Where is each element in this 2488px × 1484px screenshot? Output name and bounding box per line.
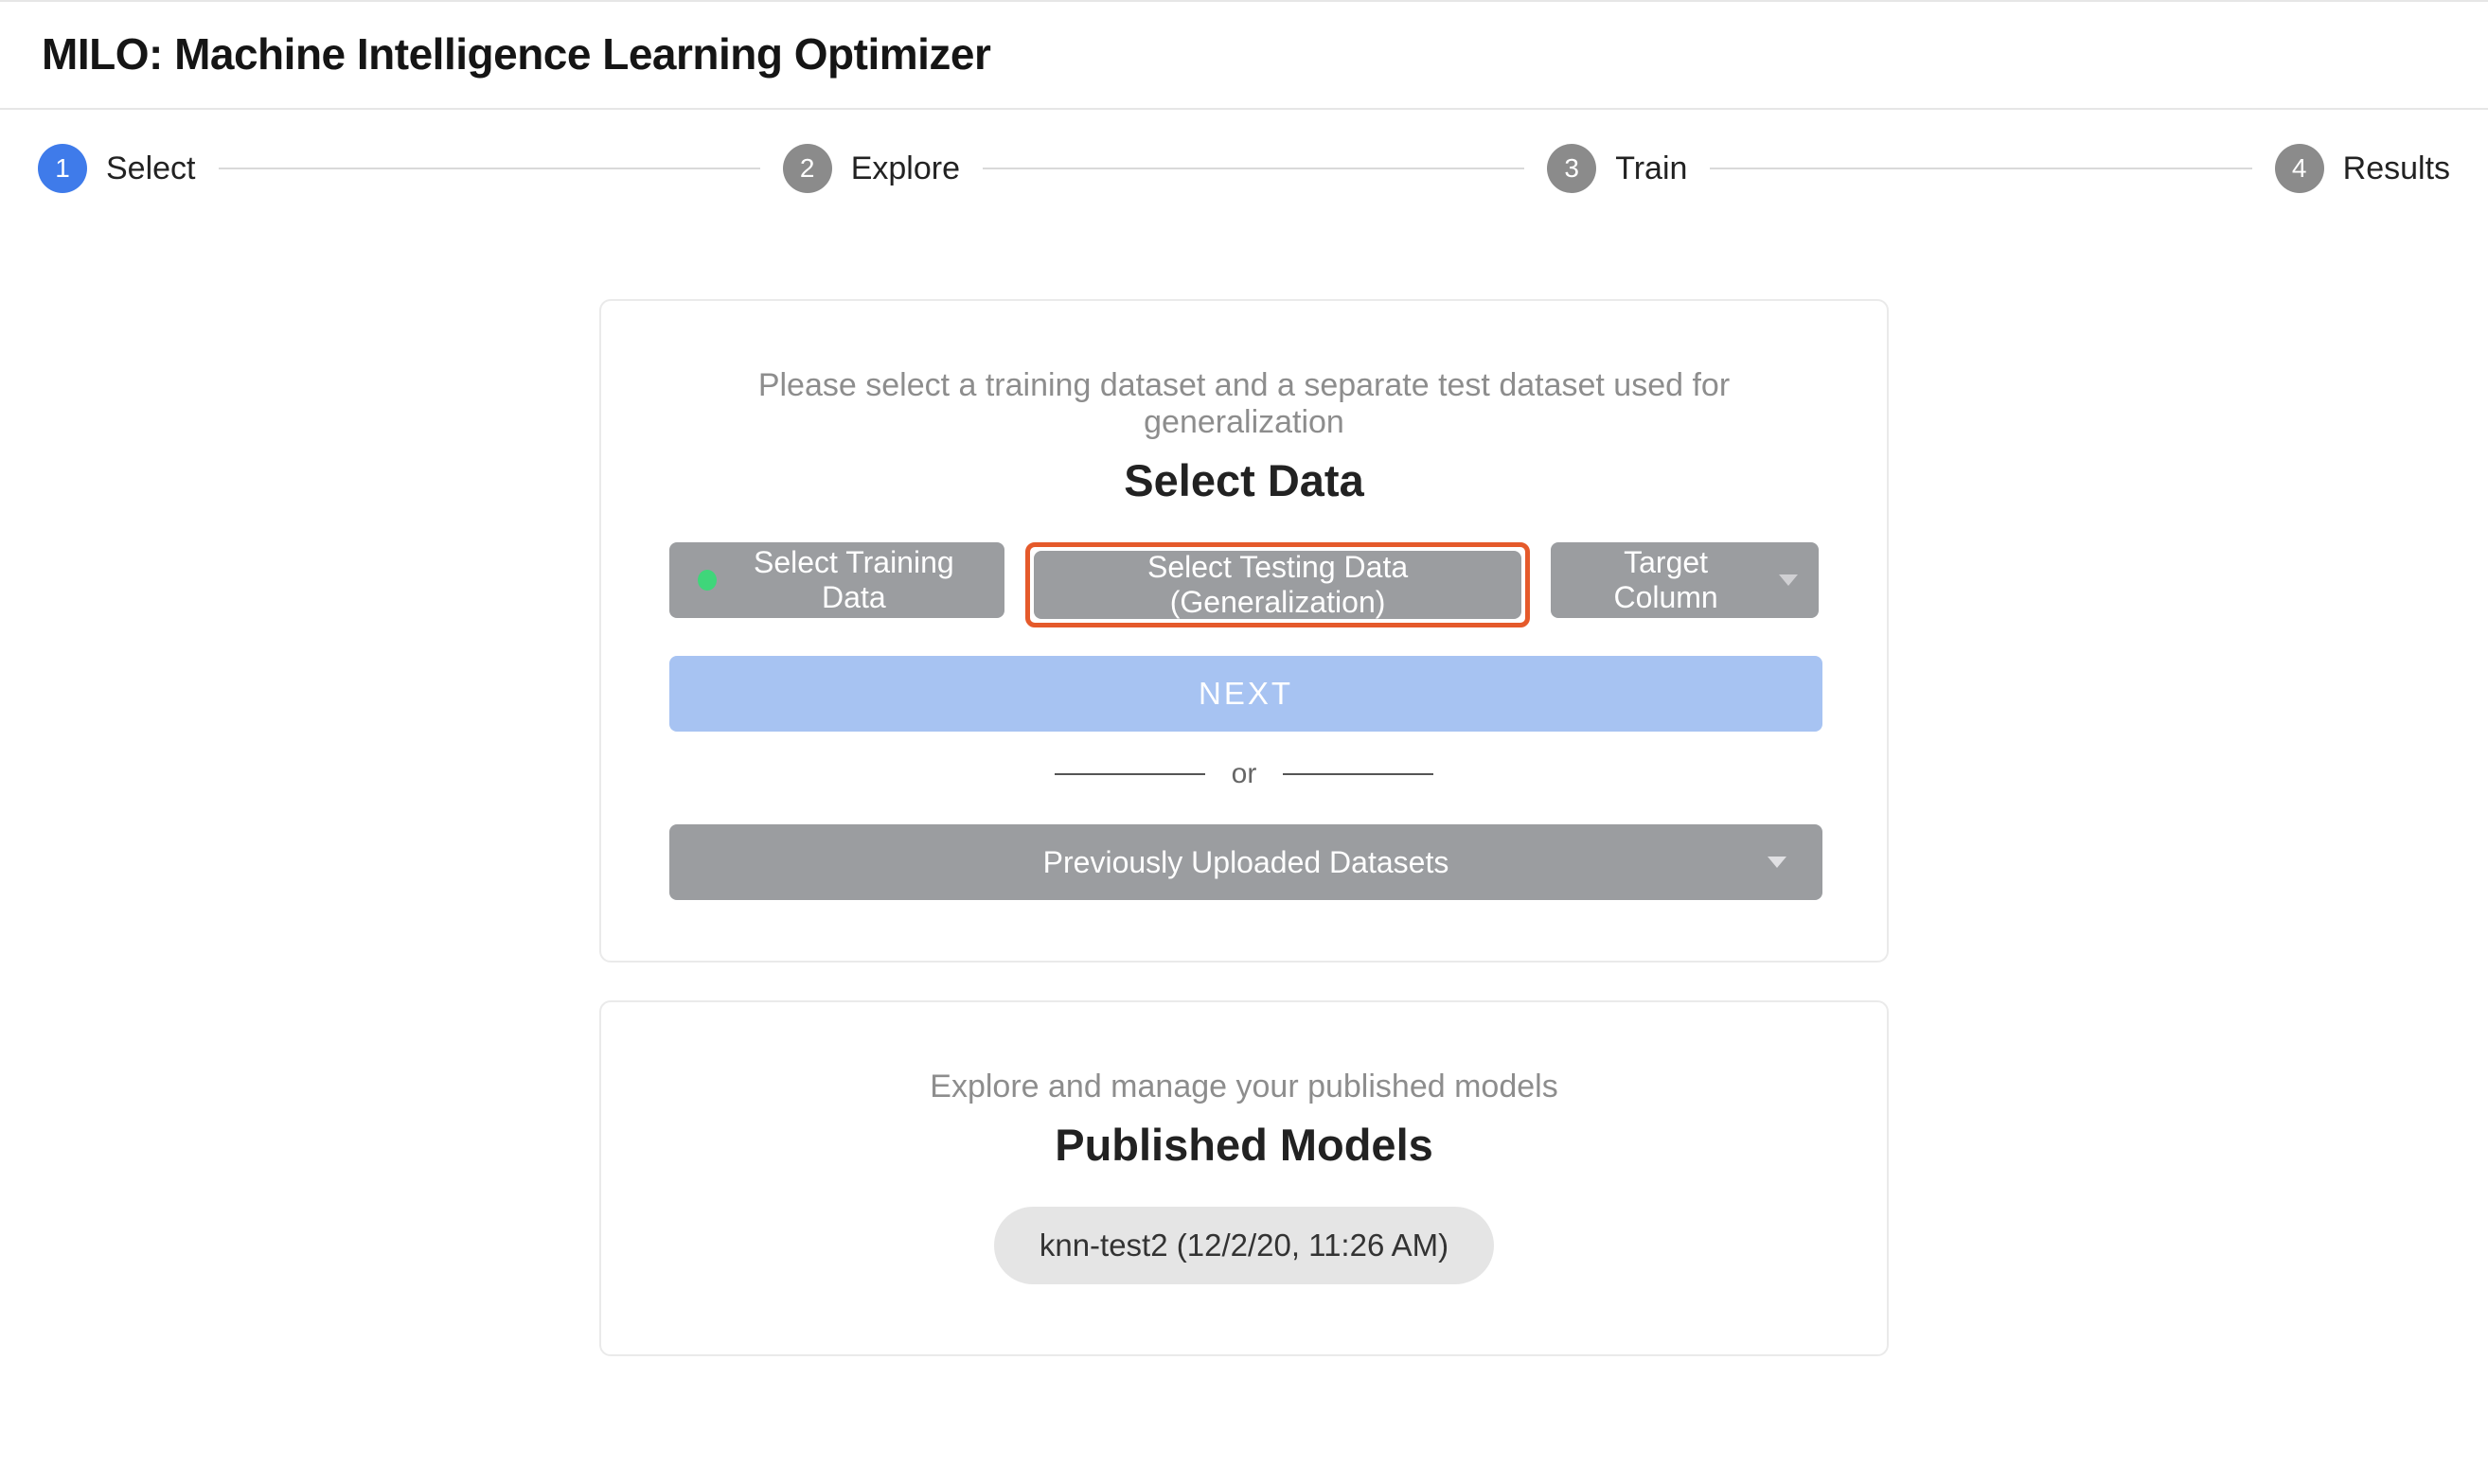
or-divider: or — [1055, 758, 1433, 790]
step-number: 4 — [2275, 144, 2324, 193]
step-number: 2 — [783, 144, 832, 193]
header-bar: MILO: Machine Intelligence Learning Opti… — [0, 0, 2488, 110]
step-label: Explore — [851, 150, 960, 187]
previously-uploaded-dropdown[interactable]: Previously Uploaded Datasets — [669, 824, 1822, 900]
published-models-instruction: Explore and manage your published models — [669, 1069, 1819, 1105]
select-data-card: Please select a training dataset and a s… — [599, 299, 1889, 963]
step-label: Train — [1615, 150, 1687, 187]
target-column-dropdown[interactable]: Target Column — [1551, 542, 1819, 618]
button-label: Target Column — [1579, 545, 1752, 615]
select-data-heading: Select Data — [669, 454, 1819, 506]
step-label: Select — [106, 150, 196, 187]
stepper: 1 Select 2 Explore 3 Train 4 Results — [0, 110, 2488, 223]
published-model-chip[interactable]: knn-test2 (12/2/20, 11:26 AM) — [994, 1207, 1494, 1284]
step-divider — [219, 168, 760, 169]
highlight-box: Select Testing Data (Generalization) — [1025, 542, 1530, 627]
step-select[interactable]: 1 Select — [38, 144, 196, 193]
published-models-heading: Published Models — [669, 1119, 1819, 1171]
select-training-data-button[interactable]: Select Training Data — [669, 542, 1004, 618]
button-label: Select Training Data — [732, 545, 976, 615]
step-label: Results — [2343, 150, 2450, 187]
or-text: or — [1232, 758, 1257, 790]
button-label: Select Testing Data (Generalization) — [1062, 550, 1493, 620]
step-number: 1 — [38, 144, 87, 193]
check-icon — [698, 570, 717, 591]
dropdown-label: Previously Uploaded Datasets — [1043, 845, 1449, 880]
step-number: 3 — [1547, 144, 1596, 193]
step-train[interactable]: 3 Train — [1547, 144, 1687, 193]
app-title: MILO: Machine Intelligence Learning Opti… — [42, 28, 2446, 80]
data-button-row: Select Training Data Select Testing Data… — [669, 542, 1819, 627]
published-models-card: Explore and manage your published models… — [599, 1000, 1889, 1356]
select-testing-data-button[interactable]: Select Testing Data (Generalization) — [1034, 551, 1521, 619]
step-divider — [983, 168, 1524, 169]
select-data-instruction: Please select a training dataset and a s… — [669, 367, 1819, 441]
chevron-down-icon — [1779, 574, 1798, 586]
step-results[interactable]: 4 Results — [2275, 144, 2450, 193]
step-divider — [1710, 168, 2251, 169]
divider-line — [1283, 773, 1433, 775]
chevron-down-icon — [1768, 857, 1786, 868]
next-button[interactable]: NEXT — [669, 656, 1822, 732]
step-explore[interactable]: 2 Explore — [783, 144, 960, 193]
divider-line — [1055, 773, 1205, 775]
